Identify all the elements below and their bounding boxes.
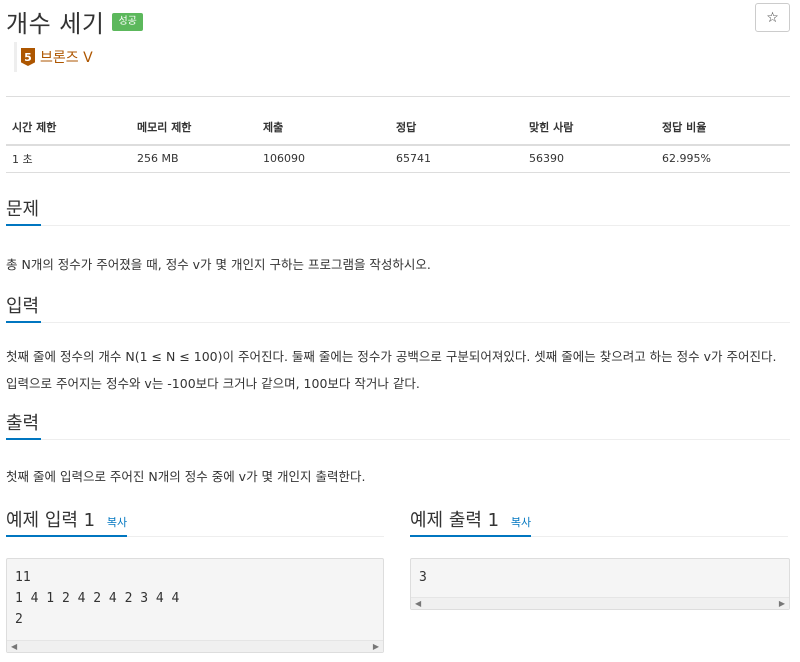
- status-badge: 성공: [112, 12, 143, 31]
- sample-output-text: 3: [419, 570, 427, 585]
- scroll-left-icon[interactable]: ◀: [11, 641, 17, 653]
- sample-input-header: 예제 입력 1 복사: [6, 509, 384, 537]
- copy-input-button[interactable]: 복사: [107, 516, 127, 529]
- input-section-header: 입력: [6, 295, 790, 323]
- solvers-value: 56390: [523, 144, 656, 173]
- ratio-value: 62.995%: [656, 144, 790, 173]
- output-description: 첫째 줄에 입력으로 주어진 N개의 정수 중에 v가 몇 개인지 출력한다.: [6, 469, 366, 484]
- sample-output-scrollbar[interactable]: ◀ ▶: [411, 597, 789, 609]
- problem-info-table: 시간 제한 메모리 제한 제출 정답 맞힌 사람 정답 비율 1 초 256 M…: [6, 96, 790, 173]
- submissions-value: 106090: [257, 144, 390, 173]
- page-title: 개수 세기: [6, 10, 105, 38]
- star-button[interactable]: ☆: [755, 3, 790, 32]
- header-time-limit: 시간 제한: [6, 96, 131, 146]
- tier-row: 5 브론즈 V: [14, 42, 93, 72]
- output-section-header: 출력: [6, 412, 790, 440]
- sample-input-title: 예제 입력 1: [6, 510, 96, 531]
- table-header-row: 시간 제한 메모리 제한 제출 정답 맞힌 사람 정답 비율: [6, 96, 790, 146]
- time-limit-value: 1 초: [6, 144, 131, 173]
- accepted-value: 65741: [390, 144, 523, 173]
- bronze-tier-icon: 5: [21, 48, 35, 66]
- star-icon: ☆: [766, 9, 779, 26]
- problem-section-header: 문제: [6, 198, 790, 226]
- header-ratio: 정답 비율: [656, 96, 790, 146]
- input-description: 첫째 줄에 정수의 개수 N(1 ≤ N ≤ 100)이 주어진다. 둘째 줄에…: [6, 349, 777, 391]
- sample-input-scrollbar[interactable]: ◀ ▶: [7, 640, 383, 652]
- output-heading: 출력: [6, 412, 42, 440]
- problem-heading: 문제: [6, 198, 42, 226]
- tier-label[interactable]: 브론즈 V: [40, 47, 93, 67]
- sample-output-header: 예제 출력 1 복사: [410, 509, 788, 537]
- problem-description: 총 N개의 정수가 주어졌을 때, 정수 v가 몇 개인지 구하는 프로그램을 …: [6, 257, 431, 272]
- problem-title-row: 개수 세기 성공: [6, 4, 143, 39]
- sample-output-heading: 예제 출력 1 복사: [410, 509, 532, 537]
- sample-input-text: 11 1 4 1 2 4 2 4 2 3 4 4 2: [15, 570, 180, 627]
- scroll-right-icon[interactable]: ▶: [779, 598, 785, 610]
- scroll-left-icon[interactable]: ◀: [415, 598, 421, 610]
- input-heading: 입력: [6, 295, 42, 323]
- header-accepted: 정답: [390, 96, 523, 146]
- scroll-right-icon[interactable]: ▶: [373, 641, 379, 653]
- memory-limit-value: 256 MB: [131, 144, 257, 173]
- header-memory-limit: 메모리 제한: [131, 96, 257, 146]
- header-solvers: 맞힌 사람: [523, 96, 656, 146]
- sample-output-title: 예제 출력 1: [410, 510, 500, 531]
- sample-output-box: 3 ◀ ▶: [410, 558, 790, 610]
- sample-input-heading: 예제 입력 1 복사: [6, 509, 128, 537]
- header-submissions: 제출: [257, 96, 390, 146]
- copy-output-button[interactable]: 복사: [511, 516, 531, 529]
- table-row: 1 초 256 MB 106090 65741 56390 62.995%: [6, 144, 790, 173]
- sample-input-box: 11 1 4 1 2 4 2 4 2 3 4 4 2 ◀ ▶: [6, 558, 384, 653]
